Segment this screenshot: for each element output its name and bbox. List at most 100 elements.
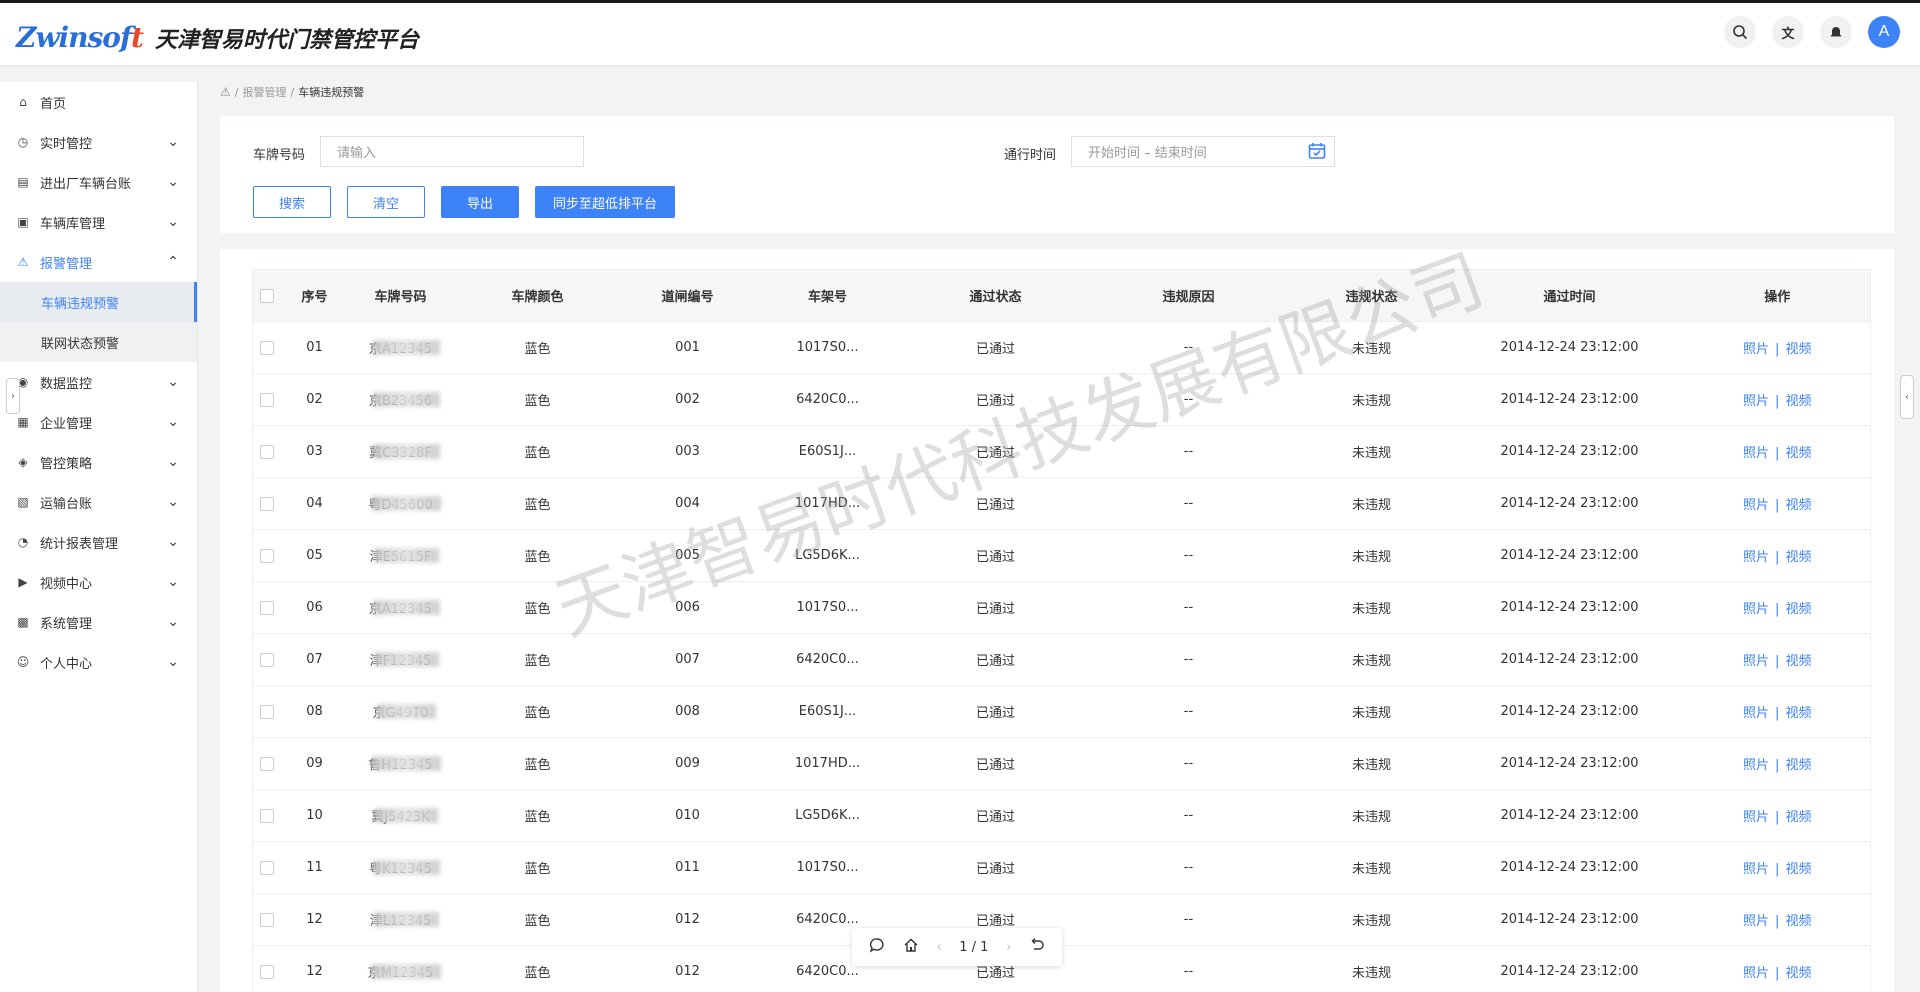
video-link[interactable]: 视频 bbox=[1785, 706, 1811, 721]
row-checkbox[interactable] bbox=[259, 704, 274, 719]
photo-link[interactable]: 照片 bbox=[1743, 966, 1769, 981]
cell-reason: -- bbox=[1088, 789, 1289, 842]
next-page-icon[interactable]: › bbox=[1006, 940, 1011, 955]
sidebar-item-2[interactable]: ▤ 进出厂车辆台账 ⌄ bbox=[0, 162, 197, 202]
photo-link[interactable]: 照片 bbox=[1743, 654, 1769, 669]
photo-link[interactable]: 照片 bbox=[1743, 342, 1769, 357]
photo-link[interactable]: 照片 bbox=[1743, 862, 1769, 877]
video-link[interactable]: 视频 bbox=[1785, 394, 1811, 409]
column-header: 车架号 bbox=[752, 269, 903, 322]
breadcrumb-level1[interactable]: 报警管理 bbox=[242, 84, 286, 100]
search-button[interactable]: 搜索 bbox=[253, 186, 331, 218]
undo-icon[interactable] bbox=[1029, 937, 1045, 957]
row-checkbox[interactable] bbox=[259, 496, 274, 511]
row-checkbox[interactable] bbox=[259, 756, 274, 771]
sidebar-item-3[interactable]: ▣ 车辆库管理 ⌄ bbox=[0, 202, 197, 242]
cell-vin: 6420C0... bbox=[752, 373, 903, 426]
video-link[interactable]: 视频 bbox=[1785, 914, 1811, 929]
video-link[interactable]: 视频 bbox=[1785, 654, 1811, 669]
sidebar-item-1[interactable]: ◷ 实时管控 ⌄ bbox=[0, 122, 197, 162]
row-checkbox[interactable] bbox=[259, 548, 274, 563]
bell-icon[interactable] bbox=[1820, 16, 1852, 48]
row-checkbox[interactable] bbox=[259, 912, 274, 927]
video-link[interactable]: 视频 bbox=[1785, 342, 1811, 357]
row-checkbox[interactable] bbox=[259, 600, 274, 615]
export-button[interactable]: 导出 bbox=[441, 186, 519, 218]
prev-page-icon[interactable]: ‹ bbox=[936, 940, 941, 955]
photo-link[interactable]: 照片 bbox=[1743, 394, 1769, 409]
row-select-cell bbox=[252, 477, 281, 530]
video-link[interactable]: 视频 bbox=[1785, 446, 1811, 461]
video-link[interactable]: 视频 bbox=[1785, 966, 1811, 981]
cell-reason: -- bbox=[1088, 477, 1289, 530]
photo-link[interactable]: 照片 bbox=[1743, 706, 1769, 721]
photo-link[interactable]: 照片 bbox=[1743, 810, 1769, 825]
submenu-item-1[interactable]: 联网状态预警 bbox=[0, 322, 197, 362]
calendar-icon[interactable] bbox=[1308, 142, 1326, 165]
photo-link[interactable]: 照片 bbox=[1743, 914, 1769, 929]
cell-time: 2014-12-24 23:12:00 bbox=[1454, 373, 1685, 426]
right-panel-handle[interactable]: ‹ bbox=[1900, 375, 1914, 419]
chevron-down-icon: ⌄ bbox=[167, 574, 179, 590]
sidebar-item-4[interactable]: ⚠ 报警管理 ⌃ bbox=[0, 242, 197, 282]
photo-link[interactable]: 照片 bbox=[1743, 602, 1769, 617]
video-link[interactable]: 视频 bbox=[1785, 602, 1811, 617]
plate-number: 冀J5423K bbox=[371, 806, 429, 825]
avatar[interactable]: A bbox=[1868, 16, 1900, 48]
chevron-down-icon: ⌄ bbox=[167, 614, 179, 630]
sidebar-item-10[interactable]: ▶ 视频中心 ⌄ bbox=[0, 562, 197, 602]
comment-icon[interactable] bbox=[869, 937, 885, 957]
sidebar-item-label: 车辆库管理 bbox=[40, 216, 106, 232]
enterprise-icon: ▦ bbox=[17, 415, 29, 429]
action-separator: | bbox=[1775, 394, 1780, 409]
video-link[interactable]: 视频 bbox=[1785, 862, 1811, 877]
translate-icon[interactable]: 文 bbox=[1772, 16, 1804, 48]
sidebar-item-6[interactable]: ▦ 企业管理 ⌄ bbox=[0, 402, 197, 442]
cell-pass: 已通过 bbox=[902, 685, 1089, 738]
photo-link[interactable]: 照片 bbox=[1743, 446, 1769, 461]
row-checkbox[interactable] bbox=[259, 444, 274, 459]
row-checkbox[interactable] bbox=[259, 340, 274, 355]
sidebar-item-9[interactable]: ◔ 统计报表管理 ⌄ bbox=[0, 522, 197, 562]
sidebar-item-11[interactable]: ▩ 系统管理 ⌄ bbox=[0, 602, 197, 642]
video-link[interactable]: 视频 bbox=[1785, 758, 1811, 773]
cell-actions: 照片 | 视频 bbox=[1684, 633, 1871, 686]
row-checkbox[interactable] bbox=[259, 964, 274, 979]
time-range-input[interactable]: 开始时间 – 结束时间 bbox=[1071, 136, 1335, 167]
chevron-down-icon: ⌄ bbox=[167, 454, 179, 470]
column-header: 车牌颜色 bbox=[452, 269, 623, 322]
video-link[interactable]: 视频 bbox=[1785, 498, 1811, 513]
chevron-down-icon: ⌄ bbox=[167, 134, 179, 150]
photo-link[interactable]: 照片 bbox=[1743, 498, 1769, 513]
breadcrumb: ⚠ / 报警管理 / 车辆违规预警 bbox=[220, 84, 365, 100]
row-checkbox[interactable] bbox=[259, 392, 274, 407]
photo-link[interactable]: 照片 bbox=[1743, 758, 1769, 773]
plate-input[interactable]: 请输入 bbox=[320, 136, 584, 167]
plate-number: 京A12345 bbox=[369, 598, 432, 617]
logo[interactable]: Zwinsoft 天津智易时代门禁管控平台 bbox=[16, 21, 419, 54]
alarm-icon[interactable]: ⚠ bbox=[220, 85, 231, 99]
violation-table: 序号 车牌号码 车牌颜色 道闸编号 车架号 通过状态 违规原因 违规状态 通过时间 操作 01 京A… bbox=[252, 269, 1871, 992]
sidebar-item-0[interactable]: ⌂ 首页 bbox=[0, 82, 197, 122]
sync-button[interactable]: 同步至超低排平台 bbox=[535, 186, 675, 218]
select-all-checkbox[interactable] bbox=[259, 288, 274, 303]
row-checkbox[interactable] bbox=[259, 652, 274, 667]
video-link[interactable]: 视频 bbox=[1785, 550, 1811, 565]
cell-color: 蓝色 bbox=[452, 529, 623, 582]
sidebar-item-12[interactable]: ☺ 个人中心 ⌄ bbox=[0, 642, 197, 682]
cell-seq: 06 bbox=[280, 581, 349, 634]
cell-reason: -- bbox=[1088, 633, 1289, 686]
cell-reason: -- bbox=[1088, 581, 1289, 634]
sidebar-item-8[interactable]: ▧ 运输台账 ⌄ bbox=[0, 482, 197, 522]
search-icon[interactable] bbox=[1724, 16, 1756, 48]
sidebar-collapse-handle[interactable]: › bbox=[6, 378, 20, 414]
video-link[interactable]: 视频 bbox=[1785, 810, 1811, 825]
clear-button[interactable]: 清空 bbox=[347, 186, 425, 218]
home-icon[interactable] bbox=[903, 937, 919, 957]
sidebar-item-5[interactable]: ◉ 数据监控 ⌄ bbox=[0, 362, 197, 402]
row-checkbox[interactable] bbox=[259, 808, 274, 823]
sidebar-item-7[interactable]: ◈ 管控策略 ⌄ bbox=[0, 442, 197, 482]
submenu-item-0[interactable]: 车辆违规预警 bbox=[0, 282, 197, 322]
photo-link[interactable]: 照片 bbox=[1743, 550, 1769, 565]
row-checkbox[interactable] bbox=[259, 860, 274, 875]
